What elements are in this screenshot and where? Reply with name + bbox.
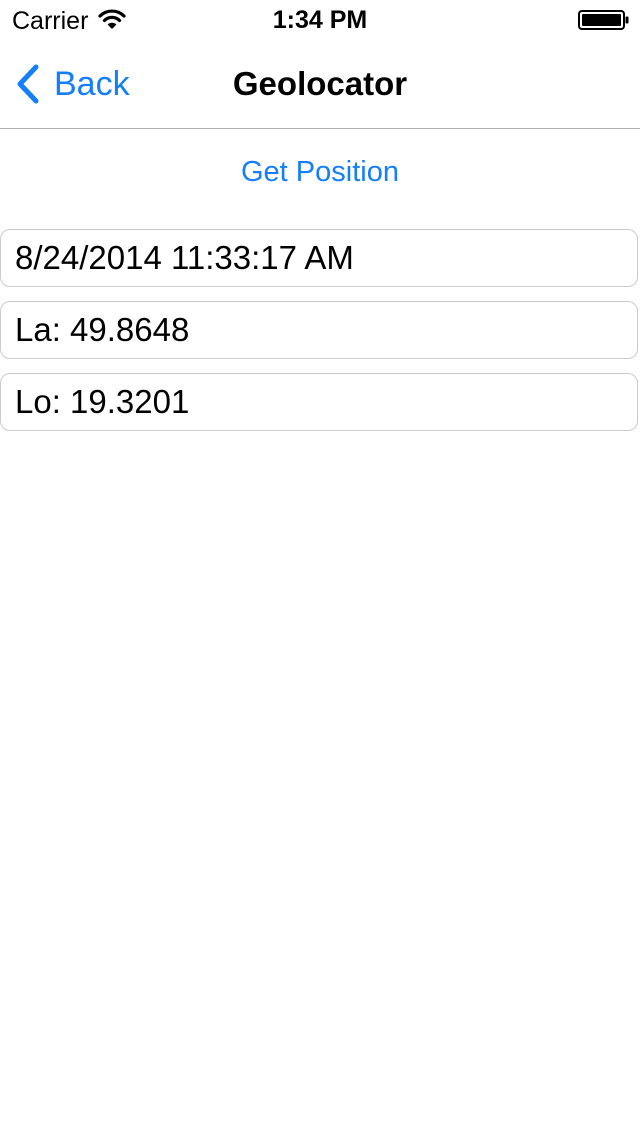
back-button-label: Back <box>54 65 130 103</box>
timestamp-field[interactable]: 8/24/2014 11:33:17 AM <box>0 229 638 287</box>
get-position-button[interactable]: Get Position <box>0 150 640 194</box>
status-bar: Carrier 1:34 PM <box>0 0 640 40</box>
status-time: 1:34 PM <box>272 6 368 34</box>
longitude-field[interactable]: Lo: 19.3201 <box>0 373 638 431</box>
chevron-left-icon <box>17 64 39 104</box>
battery-icon <box>578 10 629 30</box>
latitude-field[interactable]: La: 49.8648 <box>0 301 638 359</box>
back-button[interactable]: Back <box>14 62 130 106</box>
navigation-bar: Back Geolocator <box>0 40 640 129</box>
